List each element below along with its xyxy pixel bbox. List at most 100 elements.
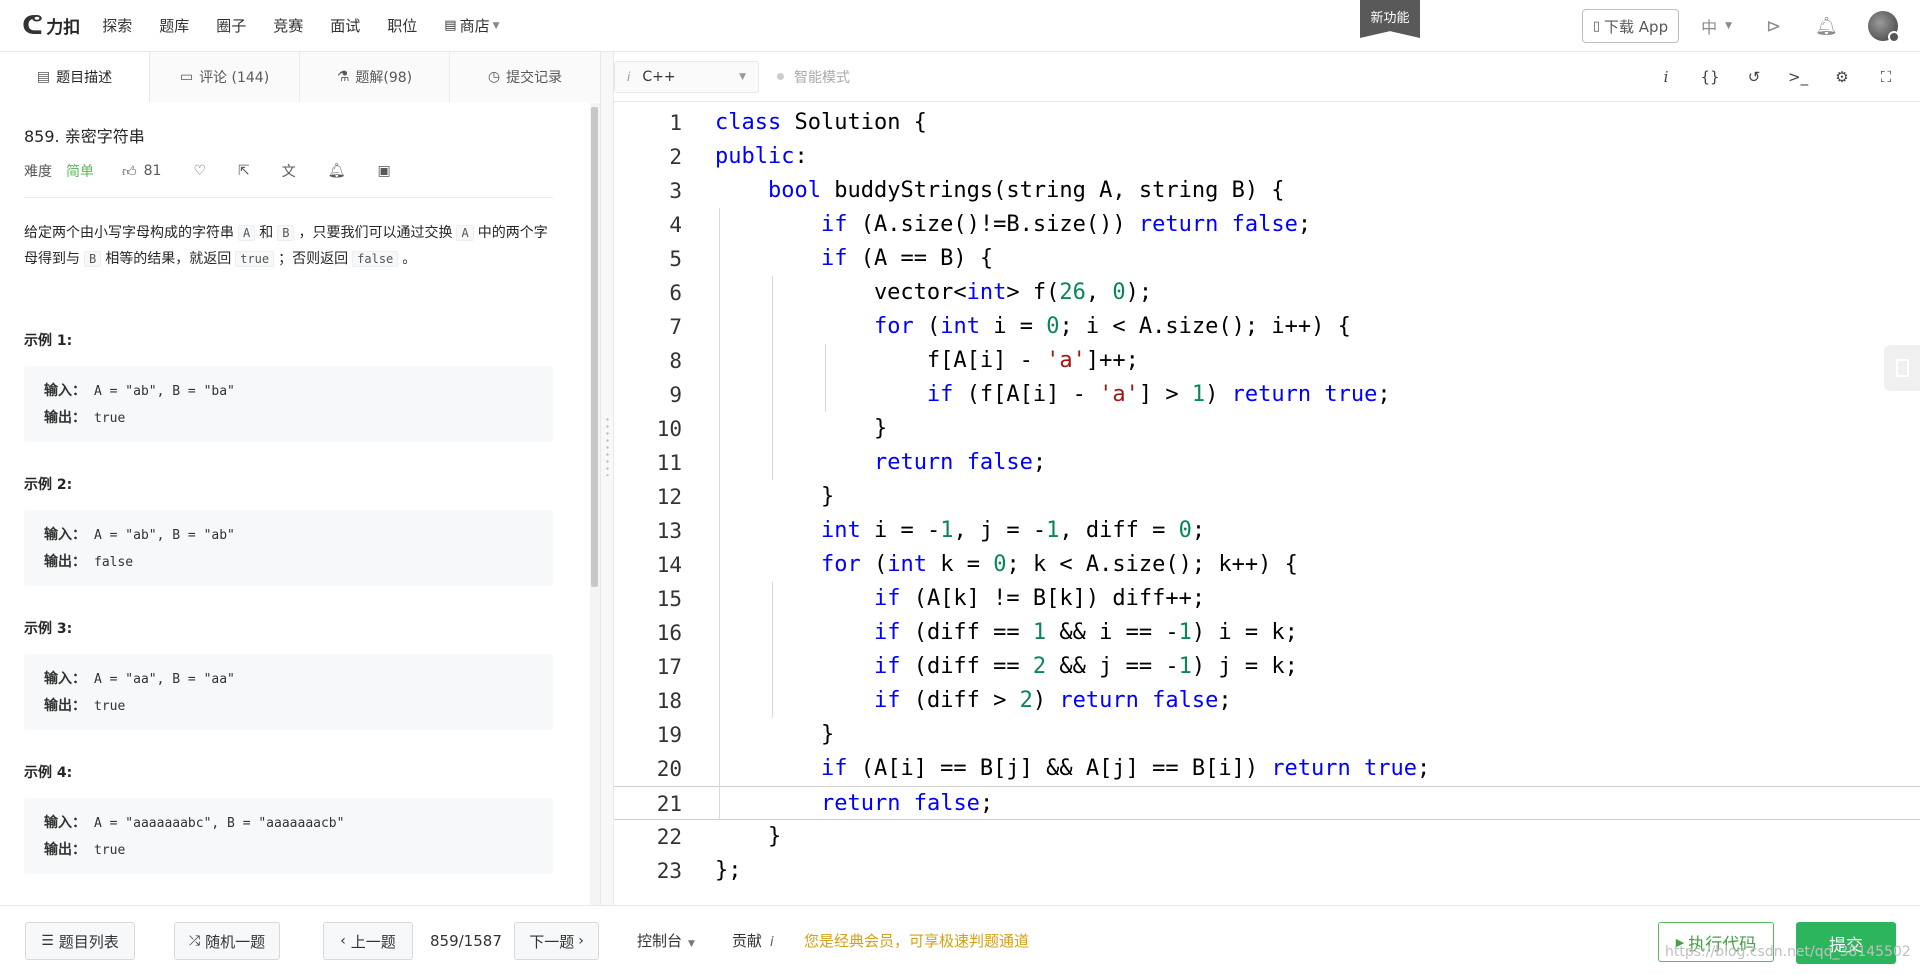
difficulty-badge: 简单 [66, 164, 94, 180]
code-line[interactable]: 7 for (int i = 0; i < A.size(); i++) { [614, 310, 1920, 344]
avatar[interactable] [1868, 11, 1900, 43]
problem-list-button[interactable]: ☰ 题目列表 [25, 922, 135, 960]
code-line[interactable]: 8 f[A[i] - 'a']++; [614, 344, 1920, 378]
code-line[interactable]: 22 } [614, 820, 1920, 854]
console-toggle[interactable]: 控制台 ▼ [637, 922, 695, 960]
contribute-label: 贡献 [732, 932, 763, 950]
tab-comments[interactable]: ▭ 评论 (144) [150, 51, 300, 102]
next-problem-button[interactable]: 下一题 › [514, 922, 599, 960]
heart-icon[interactable]: ♡ [193, 163, 206, 179]
prev-problem-button[interactable]: ‹ 上一题 [323, 922, 413, 960]
nav-link-explore[interactable]: 探索 [102, 15, 132, 36]
code-line[interactable]: 19 } [614, 718, 1920, 752]
playground-icon[interactable]: ⊳ [1766, 16, 1781, 37]
settings-icon[interactable]: ⚙ [1832, 68, 1852, 86]
nav-link-store[interactable]: ▤ 商店 ▼ [444, 15, 499, 36]
description-scrollbar[interactable] [590, 103, 600, 905]
tab-description[interactable]: ▤ 题目描述 [0, 51, 150, 102]
code-line[interactable]: 17 if (diff == 2 && j == -1) j = k; [614, 650, 1920, 684]
bell-icon[interactable]: 🔔︎ [328, 163, 346, 179]
editor-panel: i C++ ▼ 智能模式 i {} ↺ >_ ⚙ ⛶ 1 class Soluti… [614, 52, 1920, 905]
nav-link-interview[interactable]: 面试 [330, 15, 360, 36]
line-number: 20 [656, 757, 682, 781]
code-line[interactable]: 3 bool buddyStrings(string A, string B) … [614, 174, 1920, 208]
line-number: 11 [656, 451, 682, 475]
download-app-button[interactable]: ▯ 下载 App [1581, 9, 1680, 43]
comment-icon: ▭ [179, 68, 194, 85]
code-line[interactable]: 6 vector<int> f(26, 0); [614, 276, 1920, 310]
code-line[interactable]: 1 class Solution { [614, 106, 1920, 140]
line-number: 22 [656, 825, 682, 849]
code-line[interactable]: 13 int i = -1, j = -1, diff = 0; [614, 514, 1920, 548]
code-text: if (A.size()!=B.size()) return false; [820, 212, 1312, 237]
reset-icon[interactable]: ↺ [1744, 68, 1764, 86]
tab-solutions[interactable]: ⚗ 题解(98) [300, 51, 450, 102]
chevron-down-icon: ▼ [688, 939, 695, 949]
scrollbar-thumb[interactable] [591, 107, 598, 587]
like-button[interactable]: 👍︎ 81 [122, 163, 161, 180]
line-number: 17 [656, 655, 682, 679]
code-line[interactable]: 15 if (A[k] != B[k]) diff++; [614, 582, 1920, 616]
code-line[interactable]: 9 if (f[A[i] - 'a'] > 1) return true; [614, 378, 1920, 412]
language-switch[interactable]: 中 ▼ [1701, 14, 1732, 38]
nav-link-circle[interactable]: 圈子 [216, 15, 246, 36]
info-icon[interactable]: i [1656, 68, 1676, 86]
logo[interactable]: ᕦ 力扣 [22, 13, 80, 39]
panel-splitter[interactable] [600, 52, 614, 905]
language-select[interactable]: i C++ ▼ [614, 60, 759, 93]
drag-handle-icon [606, 416, 609, 476]
example-output-row: 输出： false [44, 549, 533, 576]
code-text: } [715, 722, 835, 747]
smart-mode-label: 智能模式 [794, 69, 850, 86]
code-line[interactable]: 4 if (A.size()!=B.size()) return false; [614, 208, 1920, 242]
code-line[interactable]: 14 for (int k = 0; k < A.size(); k++) { [614, 548, 1920, 582]
line-number: 23 [656, 859, 682, 883]
store-label: 商店 [459, 17, 490, 35]
like-count: 81 [143, 163, 162, 179]
problem-title: 859. 亲密字符串 [24, 127, 145, 146]
avatar-status-icon [1888, 31, 1900, 43]
examples-list: 示例 1: 输入： A = "ab", B = "ba" 输出： true 示例 2: 输入… [24, 330, 553, 905]
terminal-icon[interactable]: >_ [1788, 68, 1808, 86]
code-line[interactable]: 21 return false; [614, 786, 1920, 820]
random-problem-button[interactable]: ⤮ 随机一题 [174, 922, 280, 960]
input-label: 输入： [44, 383, 86, 399]
code-line[interactable]: 11 return false; [614, 446, 1920, 480]
share-icon[interactable]: ⇱ [238, 163, 250, 179]
nav-link-jobs[interactable]: 职位 [387, 15, 417, 36]
nav-link-problems[interactable]: 题库 [159, 15, 189, 36]
fullscreen-icon[interactable]: ⛶ [1876, 68, 1896, 86]
code-line[interactable]: 16 if (diff == 1 && i == -1) i = k; [614, 616, 1920, 650]
input-label: 输入： [44, 527, 86, 543]
smart-mode-toggle[interactable]: 智能模式 [777, 67, 850, 87]
code-line[interactable]: 23}; [614, 854, 1920, 888]
floating-notes-button[interactable] [1884, 345, 1920, 391]
code-editor[interactable]: 1 class Solution {2 public: 3 bool buddyStr… [614, 103, 1920, 905]
code-line[interactable]: 5 if (A == B) { [614, 242, 1920, 276]
braces-icon[interactable]: {} [1700, 68, 1720, 86]
prev-label: 上一题 [350, 932, 396, 951]
nav-link-contest[interactable]: 竞赛 [273, 15, 303, 36]
top-navbar: ᕦ 力扣 探索 题库 圈子 竞赛 面试 职位 ▤ 商店 ▼ 新功能 ▯ 下载 A… [0, 0, 1920, 52]
tab-label: 题目描述 [56, 69, 113, 86]
inline-code: true [235, 251, 275, 267]
chevron-down-icon: ▼ [492, 20, 500, 31]
tab-submissions[interactable]: ◷ 提交记录 [450, 51, 600, 102]
example-input: A = "ab", B = "ba" [94, 384, 235, 399]
feedback-icon[interactable]: ▣ [378, 163, 391, 179]
code-line[interactable]: 18 if (diff > 2) return false; [614, 684, 1920, 718]
example-title: 示例 2: [24, 477, 73, 493]
flask-icon: ⚗ [336, 68, 350, 85]
bell-icon[interactable]: 🔔︎ [1815, 16, 1838, 37]
translate-icon[interactable]: 文 [282, 161, 296, 181]
statement-text: ；否则返回 [278, 251, 349, 267]
contribute-link[interactable]: 贡献 i [732, 922, 774, 960]
code-line[interactable]: 10 } [614, 412, 1920, 446]
code-line[interactable]: 12 } [614, 480, 1920, 514]
new-feature-badge[interactable]: 新功能 [1360, 0, 1420, 38]
line-number: 16 [656, 621, 682, 645]
code-line[interactable]: 20 if (A[i] == B[j] && A[j] == B[i]) ret… [614, 752, 1920, 786]
example-box: 输入： A = "ab", B = "ab" 输出： false [24, 510, 553, 586]
nav-links: 探索 题库 圈子 竞赛 面试 职位 ▤ 商店 ▼ [102, 15, 526, 36]
code-line[interactable]: 2 public: [614, 140, 1920, 174]
